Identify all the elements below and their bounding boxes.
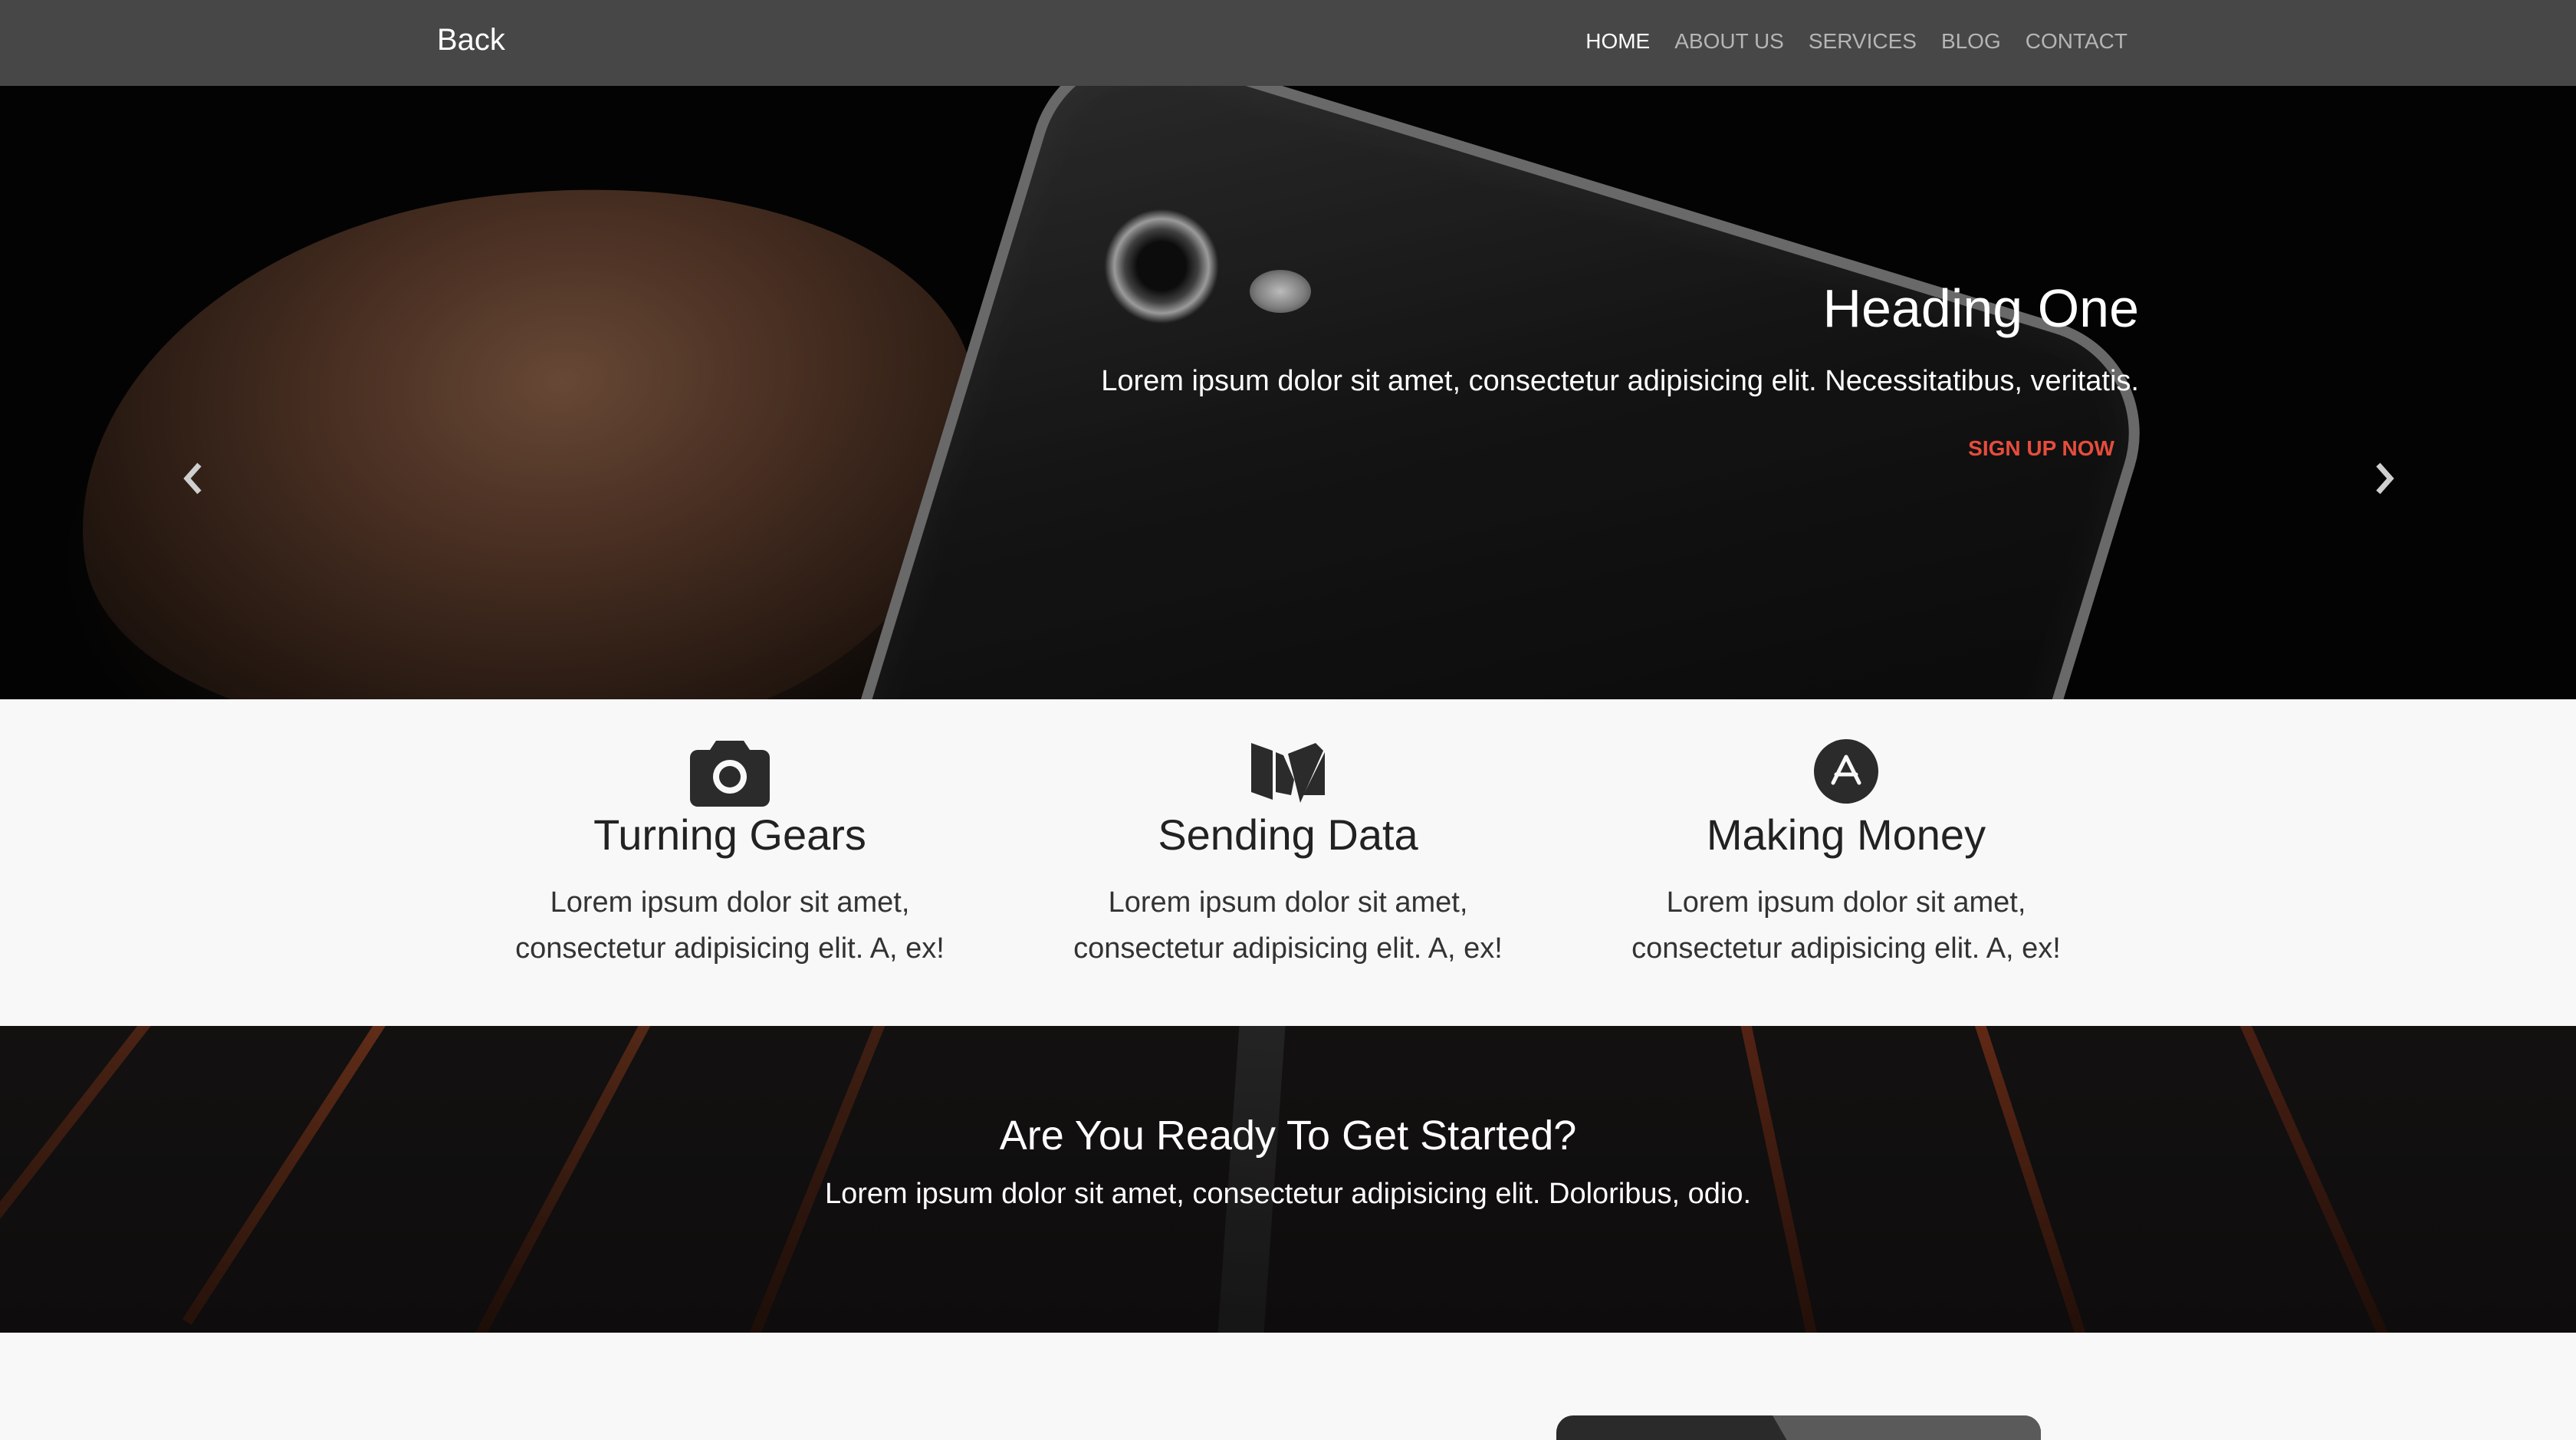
nav-link-about-us[interactable]: ABOUT US xyxy=(1674,29,1784,54)
cta-heading: Are You Ready To Get Started? xyxy=(999,1113,1577,1159)
laptop-screen-reflection xyxy=(1773,1415,2041,1440)
nav-menu: HOME ABOUT US SERVICES BLOG CONTACT xyxy=(1585,29,2128,54)
brand-link[interactable]: Back xyxy=(437,23,505,58)
feature-text: Lorem ipsum dolor sit amet, consectetur a… xyxy=(1073,886,1503,965)
feature-making-money: Making Money Lorem ipsum dolor sit amet,… xyxy=(1585,736,2107,972)
hero-carousel: Heading One Lorem ipsum dolor sit amet, … xyxy=(0,86,2576,699)
feature-title: Turning Gears xyxy=(593,810,866,859)
chevron-left-icon xyxy=(183,462,202,495)
product-section xyxy=(0,1333,2576,1440)
features-section: Turning Gears Lorem ipsum dolor sit amet… xyxy=(0,699,2576,1026)
nav-link-blog[interactable]: BLOG xyxy=(1941,29,2001,54)
feature-text: Lorem ipsum dolor sit amet, consectetur a… xyxy=(515,886,945,965)
hero-caption: Heading One Lorem ipsum dolor sit amet, … xyxy=(1101,278,2139,461)
feature-title: Making Money xyxy=(1706,810,1986,859)
feature-title: Sending Data xyxy=(1158,810,1418,859)
hero-text: Lorem ipsum dolor sit amet, consectetur … xyxy=(1101,365,2139,397)
app-store-icon xyxy=(1814,739,1878,804)
sign-up-button[interactable]: SIGN UP NOW xyxy=(1968,436,2114,461)
nav-link-home[interactable]: HOME xyxy=(1585,29,1650,54)
feature-sending-data: Sending Data Lorem ipsum dolor sit amet,… xyxy=(1027,736,1549,972)
carousel-prev-button[interactable] xyxy=(178,460,209,497)
medium-icon xyxy=(1251,743,1325,803)
cta-banner: Are You Ready To Get Started? Lorem ipsu… xyxy=(0,1026,2576,1333)
navbar: Back HOME ABOUT US SERVICES BLOG CONTACT xyxy=(0,0,2576,86)
chevron-right-icon xyxy=(2376,462,2394,495)
laptop-image xyxy=(1556,1415,2041,1440)
feature-turning-gears: Turning Gears Lorem ipsum dolor sit amet… xyxy=(469,736,991,972)
nav-link-services[interactable]: SERVICES xyxy=(1809,29,1917,54)
camera-icon xyxy=(690,741,770,807)
hero-heading: Heading One xyxy=(1822,278,2139,338)
feature-text: Lorem ipsum dolor sit amet, consectetur a… xyxy=(1631,886,2061,965)
cta-text: Lorem ipsum dolor sit amet, consectetur … xyxy=(824,1178,1752,1210)
carousel-next-button[interactable] xyxy=(2369,460,2400,497)
nav-link-contact[interactable]: CONTACT xyxy=(2026,29,2128,54)
